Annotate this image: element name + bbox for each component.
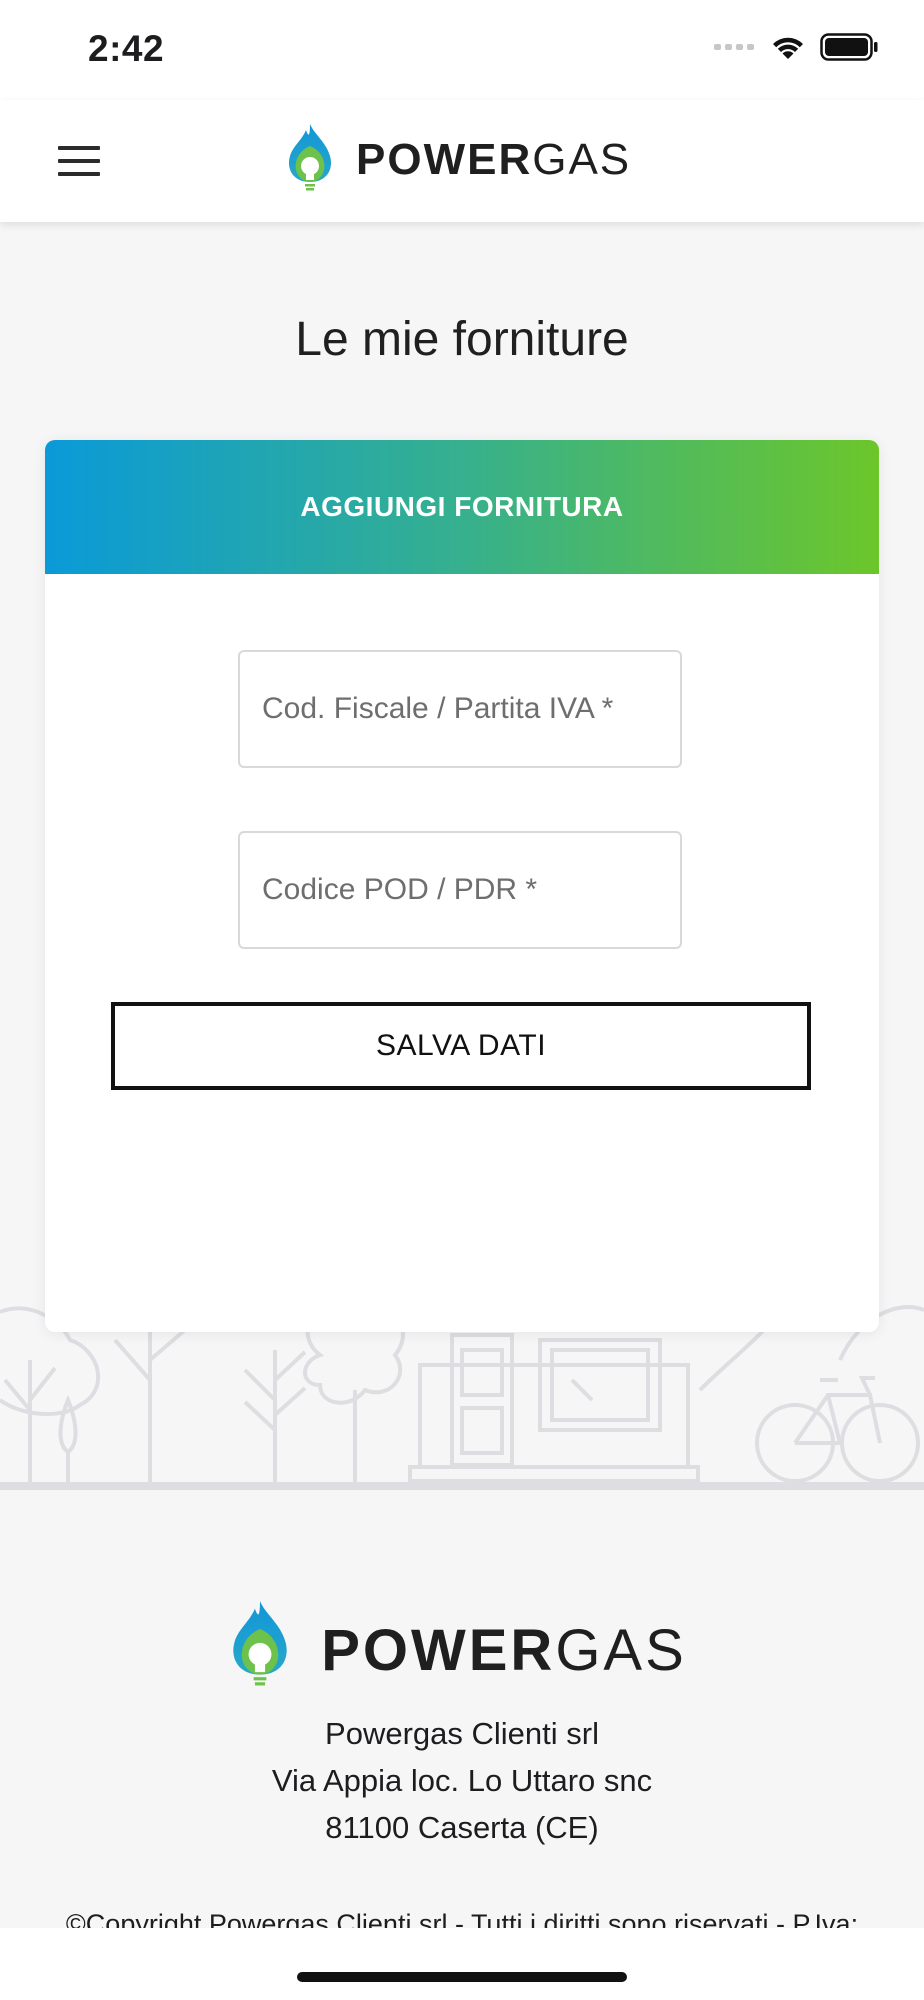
home-indicator[interactable] [297, 1972, 627, 1982]
footer-brand-name-bold: POWER [321, 1617, 556, 1683]
brand-logo[interactable]: POWERGAS [284, 120, 631, 200]
page-title: Le mie forniture [295, 313, 629, 366]
wifi-icon [770, 33, 806, 66]
footer-copyright: ©Copyright Powergas Clienti srl - Tutti … [65, 1909, 859, 1928]
fiscal-code-field[interactable] [238, 650, 682, 768]
hamburger-menu-icon[interactable] [58, 146, 102, 176]
status-bar: 2:42 [0, 0, 924, 100]
footer-address: Via Appia loc. Lo Uttaro snc [271, 1763, 653, 1798]
footer-brand-logo: POWERGAS [0, 1600, 924, 1700]
status-time: 2:42 [88, 28, 165, 69]
cellular-signal-icon [714, 40, 756, 58]
footer: POWERGAS Powergas Clienti srl Via Appia … [0, 1600, 924, 1851]
pod-pdr-field[interactable] [238, 831, 682, 949]
save-button[interactable]: SALVA DATI [111, 1002, 811, 1090]
footer-brand-name-light: GAS [555, 1617, 687, 1683]
flame-bulb-logo-icon [284, 122, 336, 199]
brand-name-bold: POWER [356, 135, 533, 184]
brand-name-light: GAS [532, 135, 632, 184]
home-indicator-area [0, 1928, 924, 2000]
card-title: AGGIUNGI FORNITURA [300, 491, 624, 522]
app-header: POWERGAS [0, 100, 924, 222]
footer-brand-name: POWERGAS [321, 1617, 687, 1684]
card-header: AGGIUNGI FORNITURA [45, 440, 879, 574]
add-supply-card: AGGIUNGI FORNITURA SALVA DATI [45, 440, 879, 1332]
flame-bulb-logo-icon [227, 1598, 293, 1703]
footer-company: Powergas Clienti srl [325, 1716, 599, 1751]
brand-name: POWERGAS [356, 135, 631, 185]
battery-icon [820, 32, 878, 66]
pod-pdr-input[interactable] [240, 833, 680, 947]
fiscal-code-input[interactable] [240, 652, 680, 766]
status-icons [714, 32, 878, 66]
footer-city: 81100 Caserta (CE) [325, 1810, 599, 1845]
